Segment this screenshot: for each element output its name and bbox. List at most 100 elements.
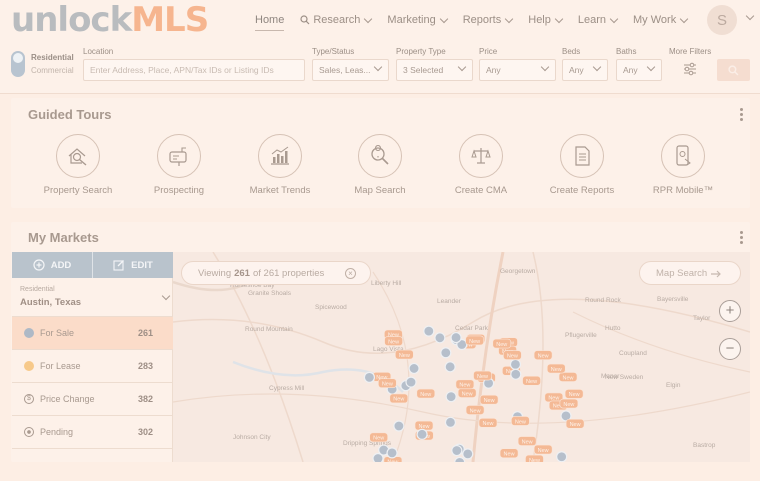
zoom-in-button[interactable]: + [719, 300, 741, 322]
listing-marker[interactable] [423, 325, 435, 337]
listing-marker-new[interactable]: New [525, 454, 544, 462]
market-row-for-sale[interactable]: For Sale 261 [12, 316, 173, 349]
chevron-down-icon[interactable] [745, 11, 755, 21]
listing-marker-new[interactable]: New [517, 436, 537, 446]
main-nav: Home Research Marketing Reports Help Lea… [255, 0, 703, 40]
listing-marker[interactable] [450, 331, 462, 344]
property-type-select[interactable]: 3 Selected [396, 59, 473, 81]
chevron-down-icon [505, 14, 514, 23]
listing-marker-new[interactable]: New [369, 432, 388, 443]
listing-marker[interactable] [510, 368, 522, 380]
listing-marker-new[interactable]: New [511, 416, 530, 426]
nav-learn[interactable]: Learn [578, 0, 619, 40]
listing-marker-new[interactable]: New [389, 393, 409, 404]
listing-marker-new[interactable]: New [558, 372, 578, 382]
tour-prospecting[interactable]: Prospecting [124, 134, 234, 196]
user-avatar[interactable]: S [707, 5, 737, 35]
close-icon[interactable]: × [345, 268, 356, 279]
listing-marker-new[interactable]: New [565, 418, 585, 429]
listing-marker-new[interactable]: New [395, 349, 414, 360]
listing-marker-new[interactable]: New [492, 338, 512, 349]
listing-marker[interactable] [416, 428, 428, 440]
zoom-out-button[interactable]: − [719, 338, 741, 360]
market-select[interactable]: Austin, Texas [20, 297, 81, 308]
beds-select[interactable]: Any [562, 59, 608, 81]
listing-marker-new[interactable]: New [457, 388, 477, 398]
listing-marker[interactable] [440, 347, 452, 359]
tour-rpr-mobile[interactable]: RPR Mobile™ [628, 134, 738, 196]
status-label: Type/Status [312, 47, 355, 56]
nav-marketing[interactable]: Marketing [387, 0, 448, 40]
listing-marker-new[interactable]: New [473, 370, 492, 381]
market-map[interactable]: Georgetown Round Rock Cedar Park Pflugervil… [173, 252, 750, 462]
market-row-for-lease[interactable]: For Lease 283 [12, 349, 173, 382]
tour-create-cma[interactable]: Create CMA [426, 134, 536, 196]
more-filters-label: More Filters [669, 47, 712, 56]
listing-marker-new[interactable]: New [378, 378, 397, 388]
listing-marker-new[interactable]: New [564, 389, 584, 399]
listing-marker[interactable] [363, 371, 376, 383]
search-button[interactable] [717, 59, 750, 81]
nav-help[interactable]: Help [528, 0, 564, 40]
top-header: unlockMLS Home Research Marketing Report… [0, 0, 760, 40]
listing-marker-new[interactable]: New [384, 336, 403, 346]
price-select[interactable]: Any [479, 59, 556, 81]
listing-marker-new[interactable]: New [533, 350, 553, 360]
market-row-more[interactable] [12, 448, 173, 481]
listing-marker-new[interactable]: New [455, 379, 475, 390]
more-options-icon[interactable] [740, 231, 744, 246]
status-select[interactable]: Sales, Leas... [312, 59, 389, 81]
listing-marker-new[interactable]: New [559, 398, 579, 409]
listing-marker-new[interactable]: New [465, 335, 484, 346]
sliders-icon[interactable] [682, 61, 698, 77]
tour-create-reports[interactable]: Create Reports [527, 134, 637, 196]
map-search-button[interactable]: Map Search [639, 261, 741, 285]
listing-marker[interactable] [509, 358, 522, 370]
listing-marker[interactable] [462, 448, 474, 460]
unlockmls-logo[interactable]: unlockMLS [11, 0, 209, 40]
baths-select[interactable]: Any [616, 59, 662, 81]
tour-market-trends[interactable]: Market Trends [225, 134, 335, 196]
listing-marker[interactable] [434, 332, 446, 344]
listing-marker[interactable] [408, 362, 420, 375]
listing-marker[interactable] [454, 456, 466, 462]
market-row-price-change[interactable]: $ Price Change 382 [12, 382, 173, 415]
nav-research[interactable]: Research [300, 0, 373, 40]
location-input[interactable]: Enter Address, Place, APN/Tax IDs or Lis… [83, 59, 305, 81]
listing-marker[interactable] [405, 376, 417, 388]
price-label: Price [479, 47, 498, 56]
listing-marker[interactable] [444, 361, 456, 373]
listing-marker[interactable] [393, 420, 405, 432]
svg-text:New: New [563, 375, 574, 381]
listing-marker[interactable] [451, 444, 463, 457]
residential-commercial-toggle[interactable] [11, 51, 25, 77]
listing-marker[interactable] [556, 451, 568, 462]
listing-marker[interactable] [386, 447, 398, 459]
svg-text:New: New [570, 422, 581, 428]
listing-marker-new[interactable]: New [465, 405, 485, 415]
listing-marker-new[interactable]: New [479, 394, 499, 405]
listing-marker[interactable] [372, 452, 384, 462]
listing-marker-new[interactable]: New [533, 444, 553, 455]
listing-marker-new[interactable]: New [414, 420, 434, 431]
tour-map-search[interactable]: Map Search [325, 134, 435, 196]
listing-marker-new[interactable]: New [416, 388, 436, 399]
listing-marker[interactable] [444, 416, 457, 428]
add-market-button[interactable]: ADD [12, 252, 93, 278]
listing-marker-new[interactable]: New [503, 350, 522, 360]
edit-market-button[interactable]: EDIT [93, 252, 173, 278]
mailbox-icon [157, 134, 201, 178]
market-row-pending[interactable]: Pending 302 [12, 415, 173, 448]
listing-marker-new[interactable]: New [499, 448, 519, 459]
nav-home[interactable]: Home [255, 0, 285, 40]
nav-my-work[interactable]: My Work [633, 0, 689, 40]
more-options-icon[interactable] [740, 108, 744, 123]
nav-reports[interactable]: Reports [463, 0, 514, 40]
tour-property-search[interactable]: Property Search [23, 134, 133, 196]
listing-marker-new[interactable]: New [478, 418, 498, 428]
chevron-down-icon[interactable] [161, 291, 171, 301]
baths-label: Baths [616, 47, 637, 56]
listing-marker-new[interactable]: New [546, 363, 566, 374]
listing-marker-new[interactable]: New [522, 375, 541, 386]
listing-marker[interactable] [445, 391, 457, 403]
